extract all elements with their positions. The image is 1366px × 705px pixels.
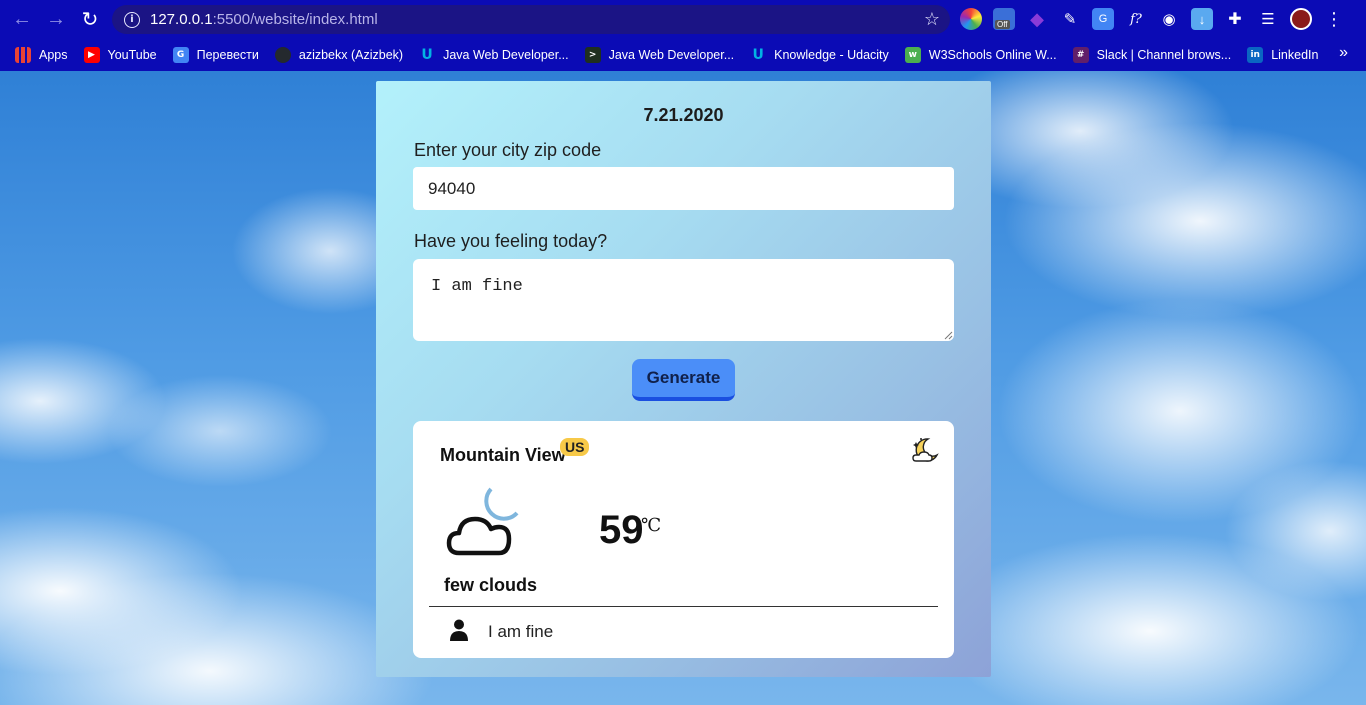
bookmarks-bar: Apps ▶ YouTube G Перевести azizbekx (Azi… [0,38,1366,71]
pen-extension-icon[interactable]: ✎ [1059,8,1081,30]
feeling-output: I am fine [488,622,554,641]
chevron-more-icon[interactable]: » [1339,44,1348,62]
diamond-extension-icon[interactable]: ◆ [1026,8,1048,30]
w3schools-icon: w [904,46,921,63]
url-host: 127.0.0.1 [150,11,213,28]
temperature-value: 59 [599,508,644,552]
bookmark-label: Перевести [196,47,259,62]
moon-stars-icon [912,438,939,462]
bookmark-udacity-knowledge[interactable]: U Knowledge - Udacity [750,46,889,63]
extension-badge: Off [995,20,1010,29]
bookmark-star-icon[interactable]: ☆ [924,9,940,30]
back-arrow-icon[interactable]: ← [5,0,39,38]
camera-extension-icon[interactable]: ◉ [1158,8,1180,30]
resize-grip-icon[interactable] [944,331,953,340]
weather-description: few clouds [444,575,538,595]
user-icon [450,619,468,641]
bookmark-label: azizbekx (Azizbek) [298,47,404,62]
site-info-icon[interactable]: i [124,11,140,28]
google-translate-icon: G [172,46,189,63]
weather-result-panel: Mountain View US 59 ℃ few clouds I am fi… [413,421,954,658]
youtube-icon: ▶ [83,46,100,63]
slack-icon: # [1072,46,1089,63]
url-path: :5500/website/index.html [212,11,378,28]
bookmark-w3schools[interactable]: w W3Schools Online W... [904,46,1057,63]
bookmark-slack[interactable]: # Slack | Channel brows... [1072,46,1232,63]
puzzle-extensions-icon[interactable]: ✚ [1224,8,1246,30]
bookmark-java-web-2[interactable]: > Java Web Developer... [584,46,735,63]
feeling-input[interactable]: I am fine [413,259,954,341]
bookmark-label: Slack | Channel brows... [1096,47,1232,62]
extensions-bar: Off ◆ ✎ G f? ◉ ↓ ✚ ☰ ⋮ [960,6,1356,32]
bookmark-label: LinkedIn [1271,47,1319,62]
feeling-label: Have you feeling today? [414,231,608,251]
weather-journal-card: 7.21.2020 Enter your city zip code Have … [376,81,991,677]
city-name: Mountain View [440,445,566,465]
bookmark-youtube[interactable]: ▶ YouTube [83,46,157,63]
url-text[interactable]: 127.0.0.1:5500/website/index.html [150,11,378,28]
divider [429,606,938,607]
country-badge: US [560,438,590,456]
google-translate-extension-icon[interactable]: G [1092,8,1114,30]
color-wheel-extension-icon[interactable] [960,8,982,30]
formula-extension-icon[interactable]: f? [1125,8,1147,30]
apps-grid-icon [15,46,31,63]
bookmark-label: Java Web Developer... [443,47,569,62]
bookmark-apps[interactable]: Apps [15,46,68,63]
address-bar[interactable]: i 127.0.0.1:5500/website/index.html ☆ [112,5,950,34]
bookmark-label: Java Web Developer... [608,47,735,62]
bookmark-label: Apps [39,47,68,62]
zip-input[interactable] [413,167,954,210]
reload-icon[interactable]: ↻ [73,0,107,38]
generate-button[interactable]: Generate [632,359,735,401]
bookmark-github[interactable]: azizbekx (Azizbek) [274,46,404,63]
bookmark-linkedin[interactable]: in LinkedIn [1247,46,1319,63]
cloud-moon-icon [446,487,519,556]
avatar[interactable] [1290,8,1312,30]
udacity-icon: U [421,46,433,63]
browser-toolbar: ← → ↻ i 127.0.0.1:5500/website/index.htm… [0,0,1366,38]
terminal-icon: > [584,46,601,63]
date-text: 7.21.2020 [643,105,724,125]
zip-label: Enter your city zip code [414,140,602,160]
udacity-icon: U [752,46,764,63]
linkedin-icon: in [1247,46,1264,63]
bookmark-translate[interactable]: G Перевести [172,46,259,63]
forward-arrow-icon[interactable]: → [39,0,73,38]
page-viewport: 7.21.2020 Enter your city zip code Have … [0,71,1366,705]
github-icon [274,46,291,63]
media-queue-icon[interactable]: ☰ [1257,8,1279,30]
kebab-menu-icon[interactable]: ⋮ [1323,8,1345,30]
off-badge-extension-icon[interactable]: Off [993,8,1015,30]
bookmark-java-web-1[interactable]: U Java Web Developer... [419,46,569,63]
download-extension-icon[interactable]: ↓ [1191,8,1213,30]
bookmark-label: YouTube [107,47,157,62]
bookmark-label: W3Schools Online W... [928,47,1057,62]
bookmark-label: Knowledge - Udacity [774,47,889,62]
temperature-unit: ℃ [641,515,662,536]
